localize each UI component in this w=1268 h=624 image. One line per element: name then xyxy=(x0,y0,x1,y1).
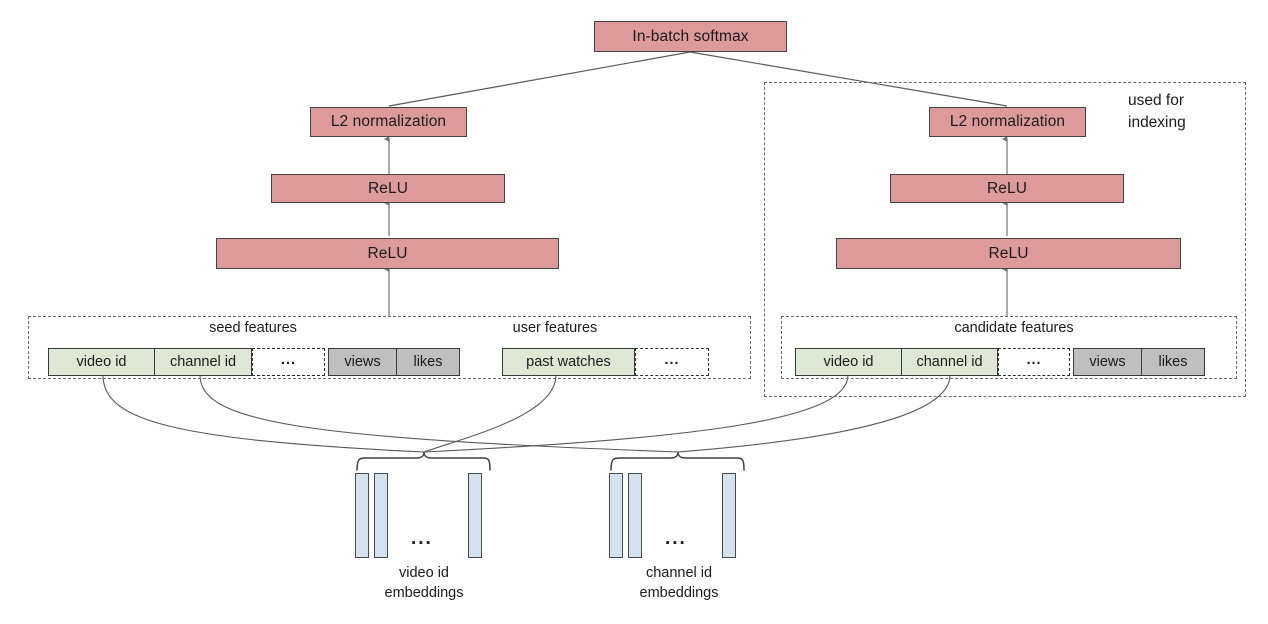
user-feature-ellipsis: ... xyxy=(635,348,709,376)
candidate-feature-likes[interactable]: likes xyxy=(1142,348,1205,376)
candidate-relu-lower-box[interactable]: ReLU xyxy=(836,238,1181,269)
channel-id-embedding-bar xyxy=(609,473,623,558)
channel-id-embedding-bar xyxy=(628,473,642,558)
video-id-embedding-bar xyxy=(468,473,482,558)
channel-id-embeddings-label: channel id embeddings xyxy=(594,563,764,603)
video-id-embedding-bar xyxy=(355,473,369,558)
candidate-relu-lower-label: ReLU xyxy=(988,244,1029,262)
seed-feature-video-id-label: video id xyxy=(76,354,127,370)
video-id-embedding-ellipsis: ... xyxy=(411,528,433,549)
seed-feature-channel-id-label: channel id xyxy=(169,354,237,370)
seed-feature-channel-id[interactable]: channel id xyxy=(155,348,252,376)
indexing-annotation: used for indexing xyxy=(1128,90,1186,134)
seed-feature-likes[interactable]: likes xyxy=(397,348,460,376)
candidate-feature-ellipsis-label: ... xyxy=(1026,351,1042,368)
query-l2-normalization-box[interactable]: L2 normalization xyxy=(310,107,467,137)
indexing-annotation-line1: used for xyxy=(1128,92,1185,109)
query-relu-upper-box[interactable]: ReLU xyxy=(271,174,505,203)
query-relu-lower-label: ReLU xyxy=(367,244,408,262)
candidate-feature-views[interactable]: views xyxy=(1073,348,1142,376)
candidate-feature-video-id[interactable]: video id xyxy=(795,348,902,376)
channel-id-embeddings-label-line2: embeddings xyxy=(639,585,719,601)
video-id-embedding-bar xyxy=(374,473,388,558)
indexing-annotation-line2: indexing xyxy=(1128,114,1186,131)
seed-feature-views[interactable]: views xyxy=(328,348,397,376)
user-feature-past-watches[interactable]: past watches xyxy=(502,348,635,376)
seed-feature-ellipsis: ... xyxy=(252,348,325,376)
query-relu-upper-label: ReLU xyxy=(367,179,409,197)
candidate-feature-video-id-label: video id xyxy=(823,354,874,370)
candidate-l2-normalization-box[interactable]: L2 normalization xyxy=(929,107,1086,137)
user-feature-ellipsis-label: ... xyxy=(664,351,680,368)
candidate-relu-upper-label: ReLU xyxy=(986,179,1028,197)
candidate-feature-channel-id-label: channel id xyxy=(916,354,983,370)
candidate-feature-ellipsis: ... xyxy=(998,348,1070,376)
query-relu-lower-box[interactable]: ReLU xyxy=(216,238,559,269)
video-id-embeddings-label-line2: embeddings xyxy=(384,585,464,601)
seed-feature-likes-label: likes xyxy=(413,354,443,370)
user-features-caption: user features xyxy=(512,320,598,336)
channel-id-embedding-bar xyxy=(722,473,736,558)
diagram-canvas: In-batch softmax used for indexing L2 no… xyxy=(0,0,1268,624)
seed-feature-ellipsis-label: ... xyxy=(280,351,297,368)
seed-feature-views-label: views xyxy=(344,354,381,370)
channel-id-embedding-ellipsis: ... xyxy=(665,528,687,549)
in-batch-softmax-box[interactable]: In-batch softmax xyxy=(594,21,787,52)
user-feature-past-watches-label: past watches xyxy=(526,354,611,370)
candidate-features-caption: candidate features xyxy=(954,320,1074,336)
in-batch-softmax-label: In-batch softmax xyxy=(632,27,749,45)
video-id-embeddings-label-line1: video id xyxy=(399,565,449,581)
query-l2-normalization-label: L2 normalization xyxy=(330,113,447,130)
candidate-relu-upper-box[interactable]: ReLU xyxy=(890,174,1124,203)
candidate-l2-normalization-label: L2 normalization xyxy=(949,113,1066,130)
candidate-feature-views-label: views xyxy=(1089,354,1126,370)
channel-id-embeddings-label-line1: channel id xyxy=(645,565,713,581)
candidate-feature-likes-label: likes xyxy=(1158,354,1188,370)
candidate-feature-channel-id[interactable]: channel id xyxy=(902,348,998,376)
seed-feature-video-id[interactable]: video id xyxy=(48,348,155,376)
video-id-embeddings-label: video id embeddings xyxy=(344,563,504,603)
seed-features-caption: seed features xyxy=(209,320,297,336)
